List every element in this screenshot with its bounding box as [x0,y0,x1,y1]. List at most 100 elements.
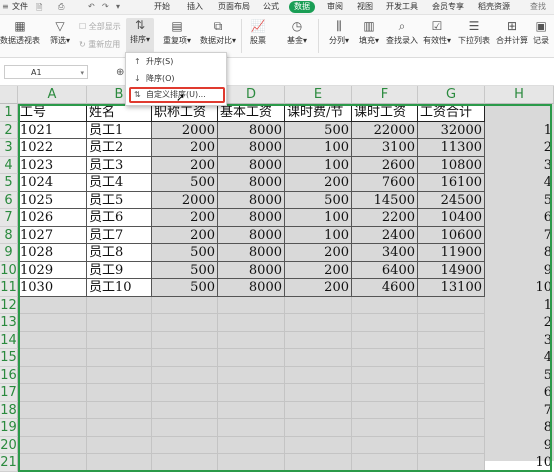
chevron-down-icon[interactable]: ▾ [80,66,84,80]
consolidate-button[interactable]: ⊞ 合并计算 [494,19,530,46]
row-header[interactable]: 3 [0,139,18,157]
table-cell[interactable]: 200 [285,174,352,192]
column-h-cell[interactable]: 1 [485,122,554,140]
table-cell[interactable] [218,366,285,384]
table-cell[interactable]: 7600 [352,174,418,192]
table-cell[interactable]: 员工6 [87,209,152,227]
table-cell[interactable]: 2200 [352,209,418,227]
row-header[interactable]: 4 [0,156,18,174]
table-cell[interactable]: 8000 [218,191,285,209]
tab-data[interactable]: 数据 [289,1,315,13]
table-cell[interactable]: 500 [152,244,218,262]
menu-file[interactable]: 文件 [12,1,28,13]
fill-button[interactable]: ▥ 填充▾ [356,19,382,46]
table-cell[interactable] [18,419,87,437]
table-cell[interactable]: 8000 [218,174,285,192]
table-cell[interactable] [218,384,285,402]
table-cell[interactable]: 8000 [218,156,285,174]
column-h-cell[interactable]: 7 [485,227,554,245]
row-header[interactable]: 20 [0,436,18,454]
table-cell[interactable] [218,296,285,314]
table-cell[interactable] [352,454,418,472]
column-h-cell[interactable]: 4 [485,349,554,367]
table-cell[interactable]: 8000 [218,244,285,262]
row-header[interactable]: 5 [0,174,18,192]
pivot-table-button[interactable]: ▦ 数据透视表 [0,19,40,46]
tab-start[interactable]: 开始 [154,1,170,13]
tab-insert[interactable]: 插入 [187,1,203,13]
table-cell[interactable]: 11300 [418,139,485,157]
table-cell[interactable] [152,296,218,314]
table-cell[interactable] [352,314,418,332]
tab-page-layout[interactable]: 页面布局 [218,1,250,13]
table-cell[interactable] [152,436,218,454]
split-columns-button[interactable]: ⫼ 分列▾ [326,19,352,46]
table-cell[interactable] [152,349,218,367]
table-cell[interactable]: 员工8 [87,244,152,262]
table-cell[interactable] [418,436,485,454]
header-cell[interactable]: 工号 [18,104,87,122]
table-cell[interactable]: 8000 [218,226,285,244]
header-cell[interactable]: 基本工资 [218,104,285,122]
tab-formula[interactable]: 公式 [263,1,279,13]
table-cell[interactable]: 员工9 [87,261,152,279]
table-cell[interactable] [418,349,485,367]
table-cell[interactable] [18,384,87,402]
sort-descending-item[interactable]: ↓ 降序(O) [126,72,226,86]
dropdown-list-button[interactable]: ☰ 下拉列表 [456,19,492,46]
table-cell[interactable] [218,331,285,349]
table-cell[interactable] [18,331,87,349]
table-cell[interactable] [418,296,485,314]
table-cell[interactable] [218,454,285,472]
table-cell[interactable]: 100 [285,156,352,174]
row-header[interactable]: 18 [0,401,18,419]
table-cell[interactable]: 200 [152,139,218,157]
table-cell[interactable]: 3100 [352,139,418,157]
row-header[interactable]: 11 [0,279,18,297]
row-header[interactable]: 13 [0,314,18,332]
row-header[interactable]: 7 [0,209,18,227]
table-cell[interactable]: 10600 [418,226,485,244]
row-header[interactable]: 2 [0,121,18,139]
column-h-cell[interactable]: 3 [485,332,554,350]
table-cell[interactable] [87,419,152,437]
table-cell[interactable]: 14500 [352,191,418,209]
table-cell[interactable]: 24500 [418,191,485,209]
table-cell[interactable]: 1030 [18,279,87,297]
tab-member[interactable]: 会员专享 [432,1,464,13]
table-cell[interactable]: 员工3 [87,156,152,174]
row-header[interactable]: 8 [0,226,18,244]
table-cell[interactable]: 11900 [418,244,485,262]
table-cell[interactable] [87,296,152,314]
table-cell[interactable]: 1025 [18,191,87,209]
column-header-e[interactable]: E [285,86,352,104]
table-cell[interactable] [152,454,218,472]
compare-button[interactable]: ⧉ 数据对比▾ [198,19,238,46]
table-cell[interactable] [285,384,352,402]
table-cell[interactable]: 1027 [18,226,87,244]
table-cell[interactable]: 3400 [352,244,418,262]
sort-ascending-item[interactable]: ↑ 升序(S) [126,55,226,69]
validity-button[interactable]: ☑ 有效性▾ [422,19,452,46]
name-box[interactable]: A1 ▾ [4,65,88,79]
duplicates-button[interactable]: ▤ 重复项▾ [160,19,194,46]
column-h-cell[interactable]: 8 [485,244,554,262]
column-h-cell[interactable]: 6 [485,384,554,402]
table-cell[interactable]: 2600 [352,156,418,174]
table-cell[interactable] [18,296,87,314]
menu-icon[interactable]: ≡ [2,2,9,11]
table-cell[interactable] [418,454,485,472]
table-cell[interactable] [18,366,87,384]
table-cell[interactable]: 200 [285,244,352,262]
row-header[interactable]: 6 [0,191,18,209]
table-cell[interactable] [218,401,285,419]
table-cell[interactable]: 500 [152,279,218,297]
table-cell[interactable] [285,454,352,472]
redo-icon[interactable]: ↷ [102,2,109,11]
table-cell[interactable] [87,349,152,367]
table-cell[interactable]: 8000 [218,209,285,227]
table-cell[interactable] [152,384,218,402]
table-cell[interactable]: 32000 [418,121,485,139]
table-cell[interactable]: 员工4 [87,174,152,192]
row-header[interactable]: 14 [0,331,18,349]
